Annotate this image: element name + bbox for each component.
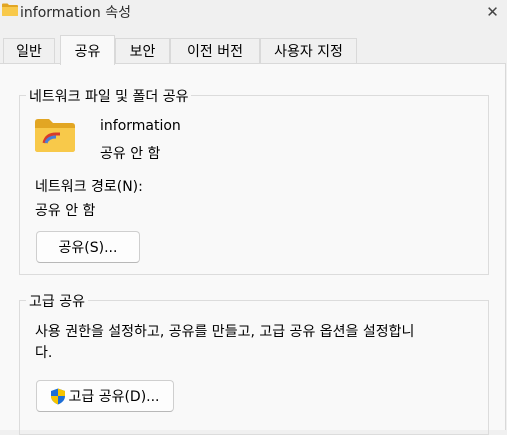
advanced-sharing-description-line1: 사용 권한을 설정하고, 공유를 만들고, 고급 공유 옵션을 설정합니 bbox=[35, 324, 415, 340]
advanced-sharing-button-label: 고급 공유(D)... bbox=[68, 389, 160, 405]
tab-strip: 일반 공유 보안 이전 버전 사용자 지정 bbox=[0, 35, 507, 66]
tab-general[interactable]: 일반 bbox=[3, 38, 55, 63]
close-icon[interactable]: ✕ bbox=[486, 3, 499, 21]
folder-icon bbox=[2, 3, 18, 16]
tab-sharing-label: 공유 bbox=[74, 43, 101, 60]
network-path-value: 공유 안 함 bbox=[35, 203, 96, 219]
advanced-sharing-button[interactable]: 고급 공유(D)... bbox=[36, 380, 174, 412]
share-status: 공유 안 함 bbox=[100, 146, 161, 162]
tab-general-label: 일반 bbox=[16, 44, 42, 60]
shared-folder-icon bbox=[35, 119, 75, 152]
tab-security-label: 보안 bbox=[129, 44, 156, 60]
close-button[interactable]: ✕ bbox=[478, 0, 507, 24]
uac-shield-icon bbox=[51, 388, 66, 404]
window-title: information 속성 bbox=[20, 5, 132, 21]
advanced-sharing-legend: 고급 공유 bbox=[26, 291, 88, 311]
network-path-label: 네트워크 경로(N): bbox=[35, 179, 143, 195]
tab-previous-versions[interactable]: 이전 버전 bbox=[170, 38, 260, 63]
share-button-label: 공유(S)... bbox=[58, 240, 118, 256]
tab-customize-label: 사용자 지정 bbox=[274, 44, 343, 60]
tab-customize[interactable]: 사용자 지정 bbox=[260, 38, 357, 63]
network-sharing-legend: 네트워크 파일 및 폴더 공유 bbox=[26, 86, 192, 106]
title-bar: information 속성 ✕ bbox=[0, 0, 507, 28]
tab-sharing[interactable]: 공유 bbox=[60, 35, 115, 65]
share-button[interactable]: 공유(S)... bbox=[36, 231, 140, 263]
tab-previous-versions-label: 이전 버전 bbox=[187, 44, 243, 60]
folder-name: information bbox=[100, 118, 181, 134]
advanced-sharing-description-line2: 다. bbox=[35, 345, 53, 361]
tab-security[interactable]: 보안 bbox=[115, 38, 170, 63]
